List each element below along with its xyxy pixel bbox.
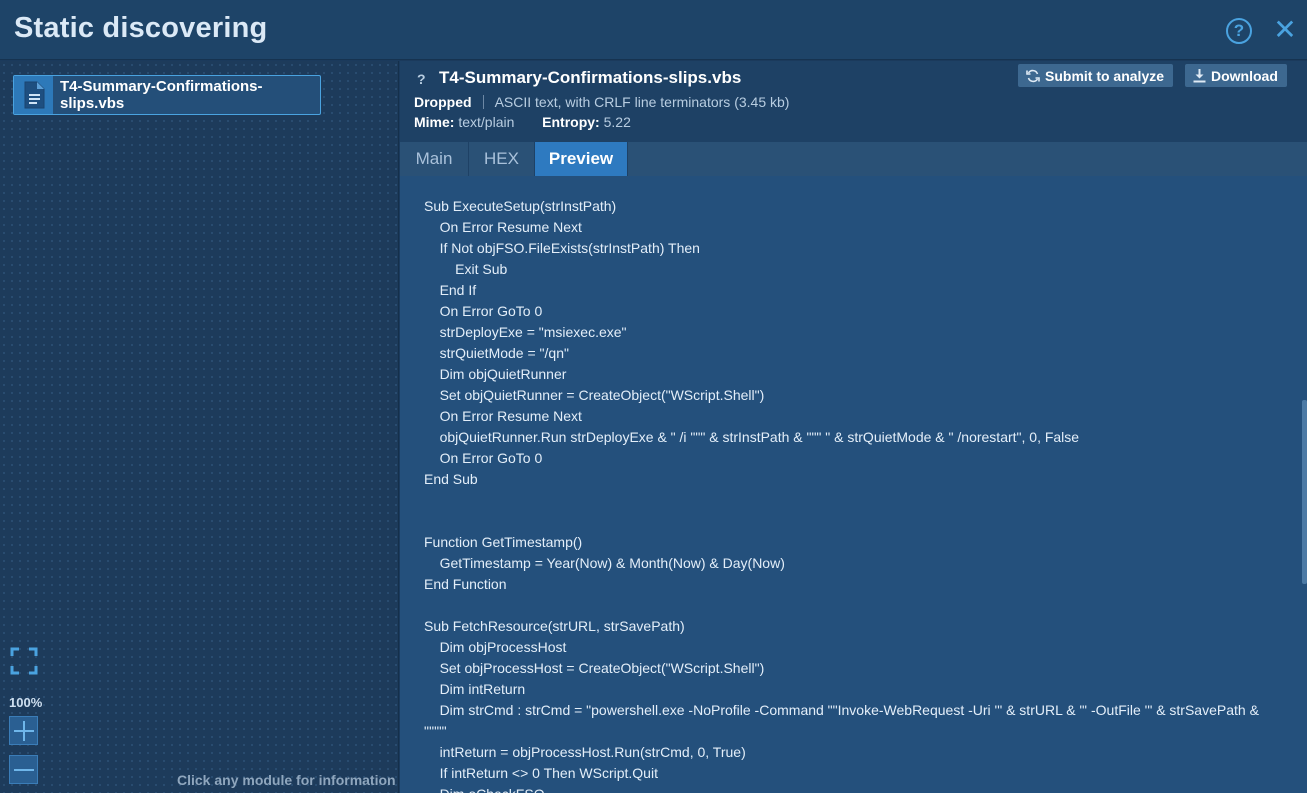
process-graph-panel: T4-Summary-Confirmations-slips.vbs 100% … xyxy=(0,61,399,793)
file-description: ASCII text, with CRLF line terminators (… xyxy=(494,94,790,110)
file-node[interactable]: T4-Summary-Confirmations-slips.vbs xyxy=(13,75,321,115)
tab-main[interactable]: Main xyxy=(400,142,469,176)
entropy-value: 5.22 xyxy=(603,114,631,130)
mime-label: Mime: xyxy=(414,114,455,130)
preview-pane[interactable]: Sub ExecuteSetup(strInstPath) On Error R… xyxy=(400,176,1307,793)
file-type-question-icon: ? xyxy=(417,71,426,87)
minus-icon xyxy=(13,768,34,771)
submit-label: Submit to analyze xyxy=(1045,67,1165,84)
file-status: Dropped xyxy=(414,94,472,110)
zoom-out-button[interactable] xyxy=(9,755,38,784)
scrollbar-thumb[interactable] xyxy=(1302,400,1307,584)
tab-hex[interactable]: HEX xyxy=(469,142,535,176)
download-button[interactable]: Download xyxy=(1185,64,1287,87)
fullscreen-icon[interactable] xyxy=(10,647,38,675)
tab-bar: Main HEX Preview xyxy=(400,142,1307,176)
window-title: Static discovering xyxy=(14,12,268,44)
divider xyxy=(482,95,484,109)
zoom-level: 100% xyxy=(9,695,43,710)
hint-text: Click any module for information xyxy=(177,772,396,788)
file-node-label: T4-Summary-Confirmations-slips.vbs xyxy=(60,78,263,112)
help-icon[interactable]: ? xyxy=(1226,18,1252,44)
mime-value: text/plain xyxy=(458,114,515,130)
refresh-icon xyxy=(1026,69,1040,82)
plus-icon xyxy=(13,720,34,741)
file-name-heading: T4-Summary-Confirmations-slips.vbs xyxy=(439,68,742,87)
title-bar: Static discovering ? ✕ xyxy=(0,0,1307,60)
zoom-in-button[interactable] xyxy=(9,716,38,745)
file-meta-line-2: Mime: text/plain Entropy: 5.22 xyxy=(414,114,631,130)
file-details-panel: ? T4-Summary-Confirmations-slips.vbs Sub… xyxy=(400,61,1307,793)
document-icon xyxy=(14,76,53,114)
close-icon[interactable]: ✕ xyxy=(1272,16,1298,44)
tab-preview[interactable]: Preview xyxy=(535,142,628,176)
entropy-label: Entropy: xyxy=(542,114,600,130)
submit-to-analyze-button[interactable]: Submit to analyze xyxy=(1018,64,1174,87)
code-preview: Sub ExecuteSetup(strInstPath) On Error R… xyxy=(424,198,1259,793)
download-icon xyxy=(1193,68,1206,82)
file-meta-line: Dropped ASCII text, with CRLF line termi… xyxy=(414,94,789,110)
download-label: Download xyxy=(1211,67,1278,84)
